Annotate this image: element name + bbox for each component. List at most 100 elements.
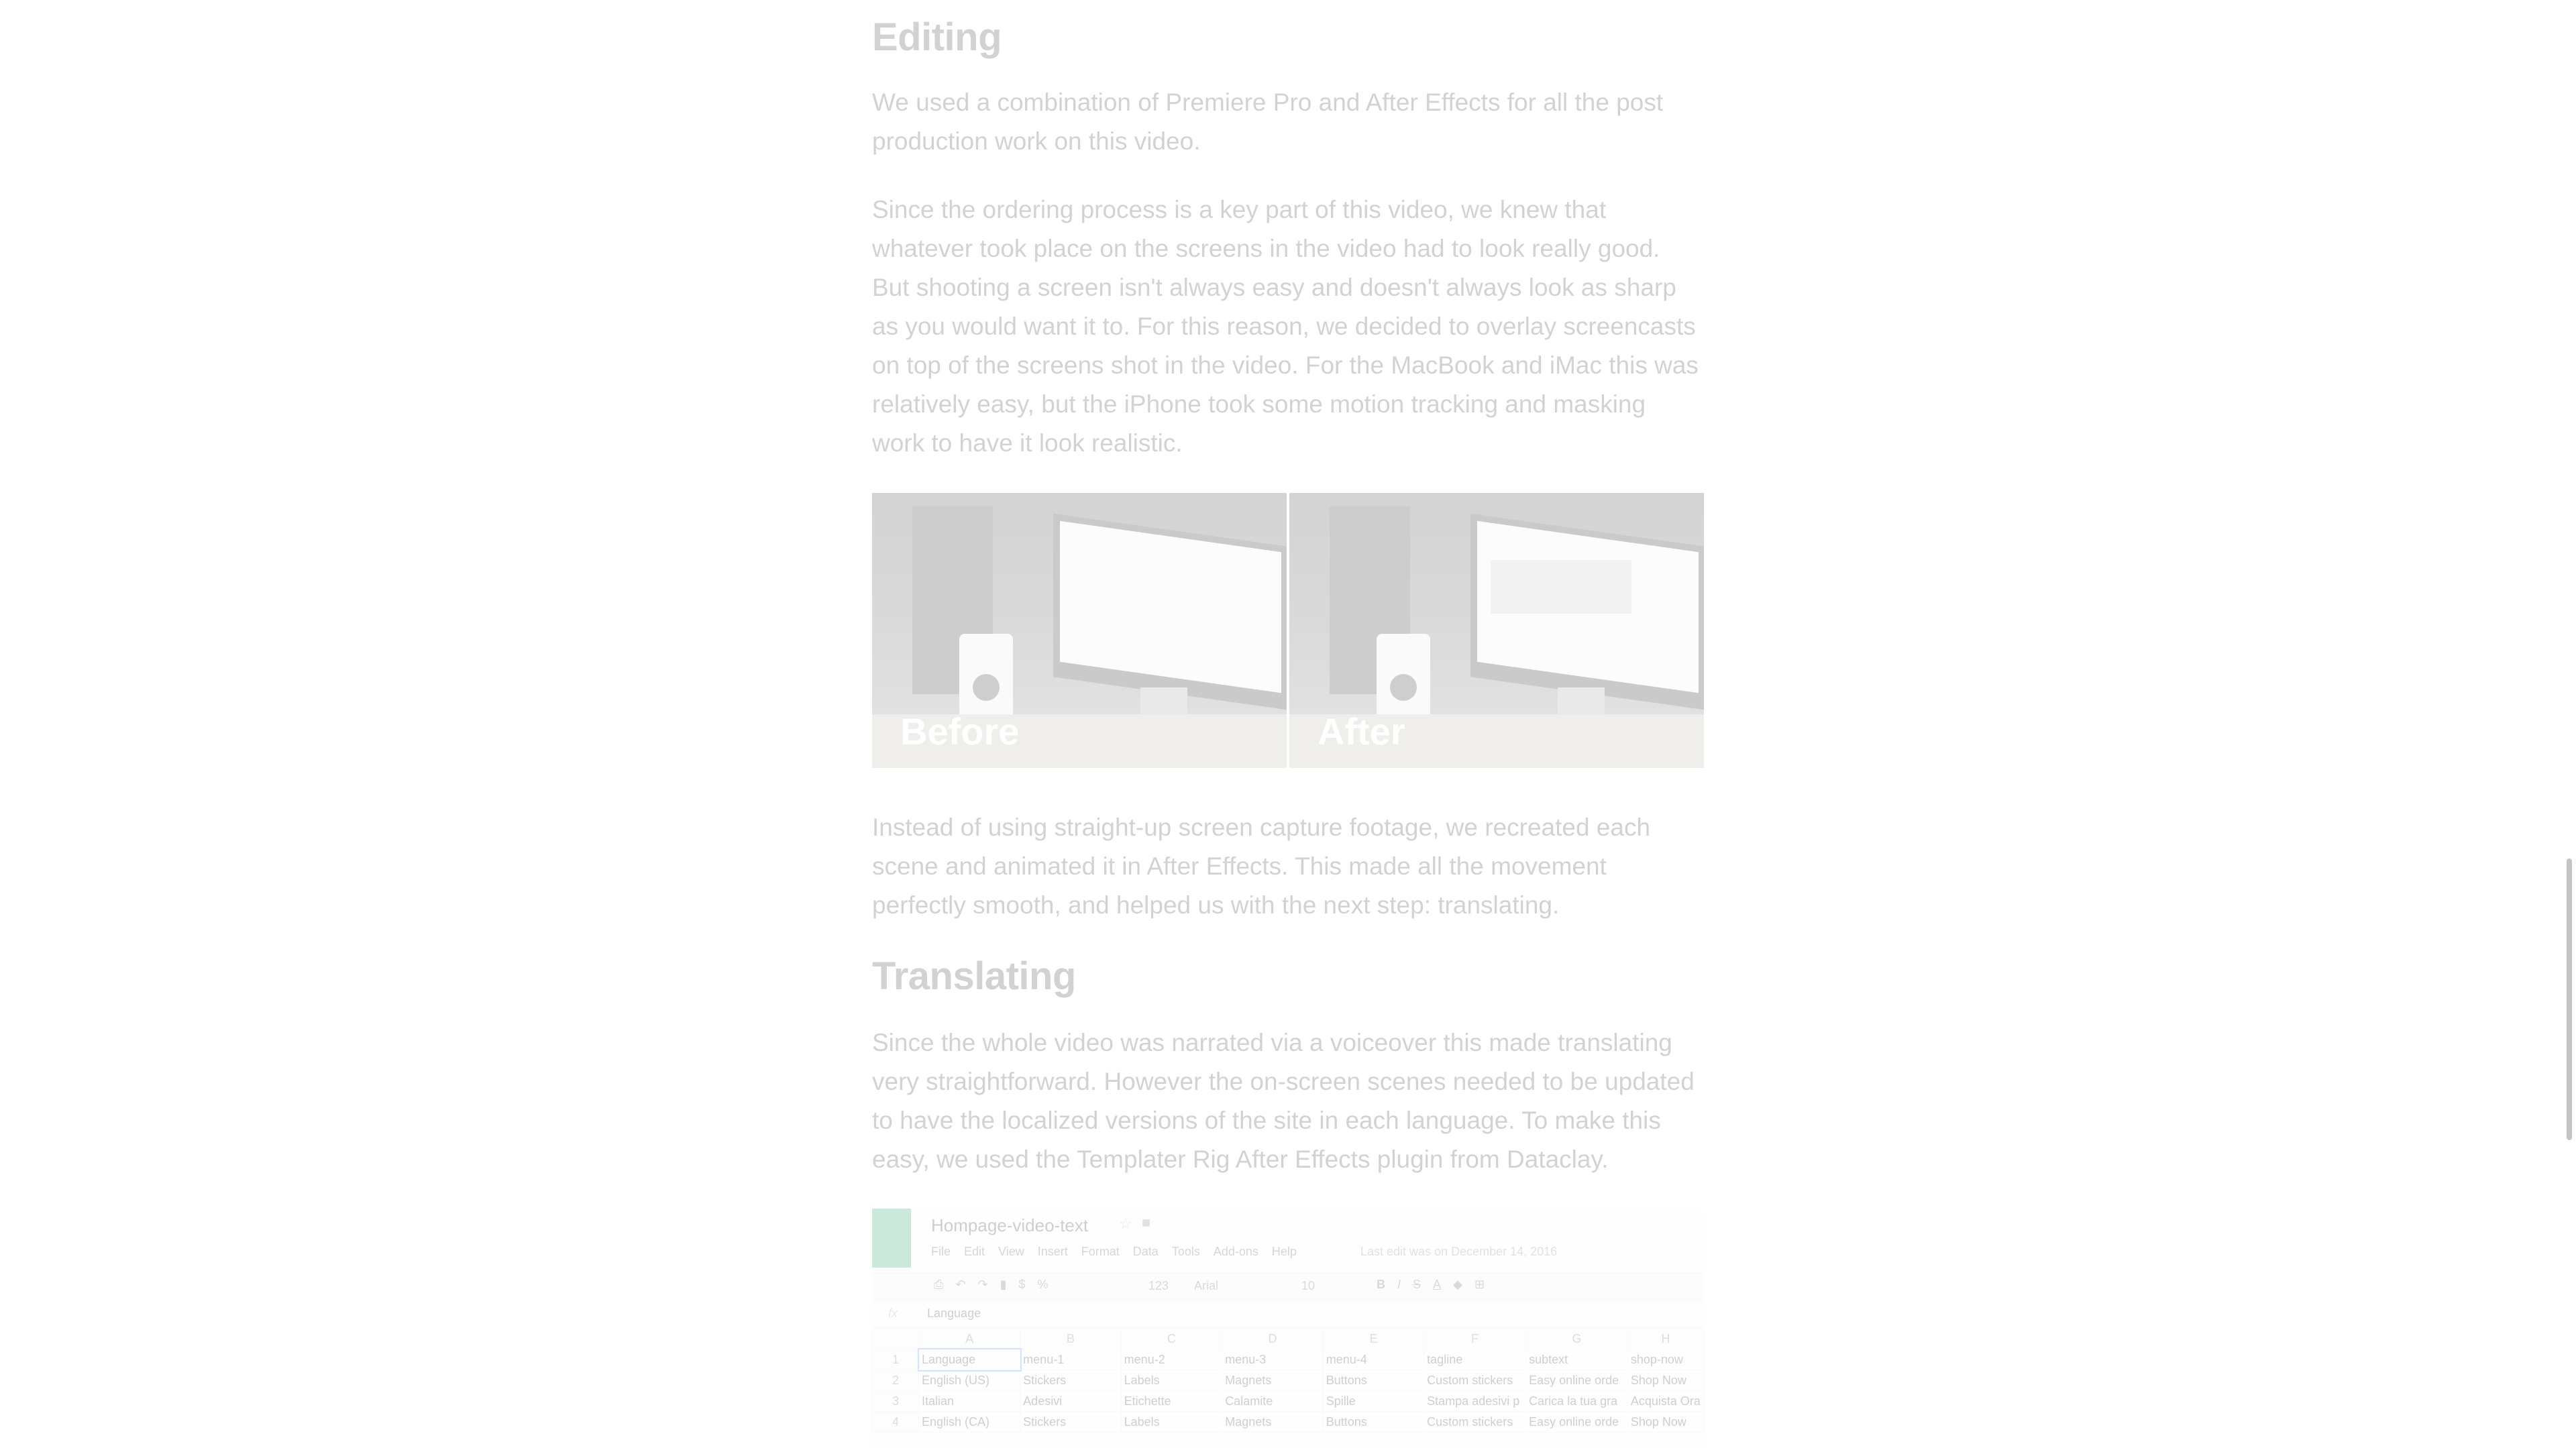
last-edit-text: Last edit was on December 14, 2016 [1360,1245,1558,1258]
sheet-toolbar: ⎙ ↶ ↷ ▮ $ % 123 Arial 10 B I S A ◆ ⊞ [872,1273,1704,1301]
table-cell: Spille [1322,1390,1425,1412]
font-name: Arial [1194,1279,1219,1292]
borders-icon: ⊞ [1474,1278,1485,1291]
sheets-doc-icon [872,1209,911,1268]
table-cell: Magnets [1222,1370,1324,1391]
corner-cell [872,1328,919,1349]
table-cell: Adesivi [1020,1390,1122,1412]
formula-bar: fx Language [872,1302,1704,1327]
bold-icon: B [1377,1278,1385,1291]
before-label: Before [900,710,1020,753]
table-row: 2 English (US) Stickers Labels Magnets B… [872,1370,1704,1391]
strikethrough-icon: S [1413,1278,1421,1291]
table-cell: Easy online orde [1525,1370,1628,1391]
menu-file: File [931,1245,951,1258]
column-header: E [1322,1328,1425,1349]
editing-paragraph-2: Since the ordering process is a key part… [872,196,1699,457]
zoom-level: 123 [1148,1279,1169,1292]
menu-edit: Edit [964,1245,985,1258]
table-cell: Shop Now [1627,1370,1704,1391]
table-cell: Easy online orde [1525,1411,1628,1433]
table-cell: menu-2 [1120,1349,1223,1370]
after-image: After [1289,493,1704,768]
row-number: 4 [872,1411,919,1433]
table-cell: English (US) [918,1370,1021,1391]
font-size: 10 [1301,1279,1316,1292]
italic-icon: I [1397,1278,1401,1291]
menu-insert: Insert [1037,1245,1068,1258]
toolbar-icons: ⎙ ↶ ↷ ▮ $ % [934,1278,1049,1292]
sheet-title: Hompage-video-text [931,1215,1089,1235]
table-row: 4 English (CA) Stickers Labels Magnets B… [872,1411,1704,1433]
editing-heading: Editing [872,15,1002,59]
table-cell: Buttons [1322,1411,1425,1433]
table-cell: menu-4 [1322,1349,1425,1370]
redo-icon: ↷ [977,1278,988,1291]
table-cell: Calamite [1222,1390,1324,1412]
table-cell: Labels [1120,1411,1223,1433]
menu-tools: Tools [1171,1245,1200,1258]
row-number: 3 [872,1390,919,1412]
column-header: F [1424,1328,1527,1349]
fill-color-icon: ◆ [1453,1278,1462,1291]
table-cell: Etichette [1120,1390,1223,1412]
formula-value: Language [927,1306,981,1320]
editing-paragraph-1: We used a combination of Premiere Pro an… [872,89,1664,155]
table-cell: Stickers [1020,1370,1122,1391]
column-header: A [918,1328,1021,1349]
paint-format-icon: ▮ [1000,1278,1007,1291]
row-number: 1 [872,1349,919,1370]
column-header: H [1627,1328,1704,1349]
screencast-overlay [1491,560,1631,614]
after-label: After [1318,710,1405,753]
fx-label: fx [888,1306,898,1320]
menu-format: Format [1081,1245,1120,1258]
column-header: B [1020,1328,1122,1349]
format-icons: B I S A ◆ ⊞ [1377,1278,1485,1292]
table-cell: shop-now [1627,1349,1704,1370]
table-row: 1 Language menu-1 menu-2 menu-3 menu-4 t… [872,1347,1704,1372]
scrollbar-thumb[interactable] [2567,858,2572,1140]
translating-heading: Translating [872,954,1076,998]
column-header: C [1120,1328,1223,1349]
text-color-icon: A [1433,1278,1442,1291]
table-cell: Italian [918,1390,1021,1412]
translating-paragraph: Since the whole video was narrated via a… [872,1029,1695,1173]
table-cell: menu-1 [1020,1349,1122,1370]
sheet-menu-bar: File Edit View Insert Format Data Tools … [931,1245,1297,1259]
menu-data: Data [1132,1245,1159,1258]
menu-view: View [998,1245,1024,1258]
table-cell: Custom stickers [1424,1411,1527,1433]
row-number: 2 [872,1370,919,1391]
star-icon: ☆ [1119,1215,1132,1232]
table-cell: Labels [1120,1370,1223,1391]
sheet-grid: A B C D E F G H 1 Language menu-1 menu-2… [872,1328,1704,1433]
percent-icon: % [1037,1278,1049,1291]
monitor-shape [1053,513,1287,710]
table-cell: subtext [1525,1349,1628,1370]
spreadsheet-screenshot: Hompage-video-text ☆ ■ File Edit View In… [872,1209,1704,1448]
table-cell: Custom stickers [1424,1370,1527,1391]
table-cell: Language [917,1347,1022,1372]
table-cell: Stickers [1020,1411,1122,1433]
table-cell: Shop Now [1627,1411,1704,1433]
table-cell: Stampa adesivi p [1424,1390,1527,1412]
print-icon: ⎙ [934,1278,944,1291]
table-cell: English (CA) [918,1411,1021,1433]
page-scrollbar[interactable] [2563,0,2576,1448]
currency-icon: $ [1018,1278,1026,1291]
column-header: D [1222,1328,1324,1349]
folder-icon: ■ [1142,1214,1151,1231]
table-cell: Magnets [1222,1411,1324,1433]
after-figure-paragraph: Instead of using straight-up screen capt… [872,814,1651,919]
undo-icon: ↶ [955,1278,966,1291]
menu-help: Help [1271,1245,1297,1258]
menu-addons: Add-ons [1213,1245,1258,1258]
column-header: G [1525,1328,1628,1349]
page: Editing We used a combination of Premier… [0,0,2576,1448]
table-cell: Acquista Ora [1627,1390,1704,1412]
before-image: Before [872,493,1287,768]
table-cell: tagline [1424,1349,1527,1370]
table-cell: menu-3 [1222,1349,1324,1370]
before-after-figure: Before After [872,493,1704,768]
